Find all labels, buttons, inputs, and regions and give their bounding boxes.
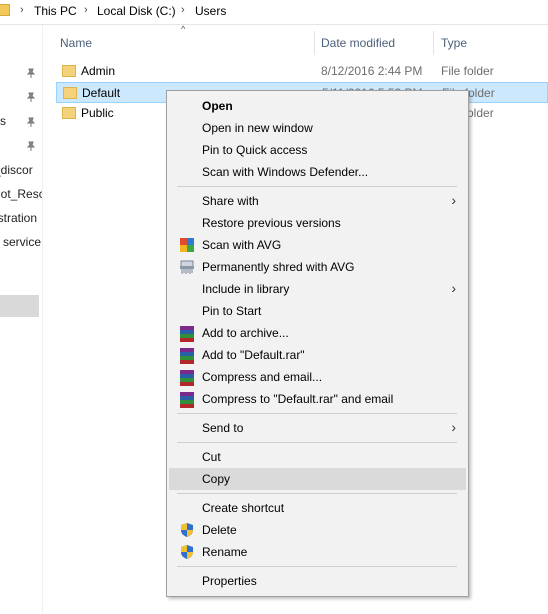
winrar-icon — [179, 347, 195, 364]
shield-icon — [181, 523, 193, 537]
menu-separator — [177, 186, 457, 187]
nav-item[interactable]: service — [0, 235, 42, 257]
breadcrumb-local-disk[interactable]: Local Disk (C:) — [97, 4, 176, 18]
avg-icon — [180, 238, 194, 252]
menu-item-open[interactable]: Open — [169, 95, 466, 117]
file-type: File folder — [441, 64, 494, 78]
menu-item-open-new-window[interactable]: Open in new window — [169, 117, 466, 139]
menu-item-pin-quick-access[interactable]: Pin to Quick access — [169, 139, 466, 161]
pin-icon — [26, 68, 36, 78]
menu-separator — [177, 442, 457, 443]
nav-item-selected[interactable] — [0, 295, 39, 317]
winrar-icon — [179, 391, 195, 408]
breadcrumb-users[interactable]: Users — [195, 4, 226, 18]
menu-separator — [177, 413, 457, 414]
menu-item-restore-versions[interactable]: Restore previous versions — [169, 212, 466, 234]
shredder-icon — [180, 260, 194, 274]
column-type[interactable]: Type — [441, 36, 467, 50]
nav-item[interactable]: _discor — [0, 163, 42, 185]
menu-separator — [177, 566, 457, 567]
chevron-right-icon: › — [181, 4, 185, 16]
menu-item-send-to[interactable]: Send to › — [169, 417, 466, 439]
address-bar[interactable]: › This PC › Local Disk (C:) › Users — [0, 0, 548, 25]
column-name[interactable]: Name — [60, 36, 92, 50]
menu-item-copy[interactable]: Copy — [169, 468, 466, 490]
breadcrumb-this-pc[interactable]: This PC — [34, 4, 77, 18]
folder-icon — [62, 107, 76, 119]
file-name: Admin — [81, 64, 116, 78]
chevron-right-icon: › — [451, 280, 456, 296]
menu-item-delete[interactable]: Delete — [169, 519, 466, 541]
nav-item[interactable]: hot_Resc — [0, 187, 42, 209]
winrar-icon — [179, 325, 195, 342]
file-name: Default — [82, 86, 121, 100]
menu-item-pin-start[interactable]: Pin to Start — [169, 300, 466, 322]
menu-item-add-archive[interactable]: Add to archive... — [169, 322, 466, 344]
column-header: ^ Name Date modified Type — [44, 24, 548, 61]
chevron-right-icon: › — [451, 192, 456, 208]
folder-icon — [62, 65, 76, 77]
menu-item-rename[interactable]: Rename — [169, 541, 466, 563]
menu-separator — [177, 493, 457, 494]
menu-item-cut[interactable]: Cut — [169, 446, 466, 468]
menu-item-shred-avg[interactable]: Permanently shred with AVG — [169, 256, 466, 278]
nav-item[interactable]: istration — [0, 211, 42, 233]
menu-item-create-shortcut[interactable]: Create shortcut — [169, 497, 466, 519]
chevron-right-icon: › — [451, 419, 456, 435]
menu-item-scan-avg[interactable]: Scan with AVG — [169, 234, 466, 256]
folder-icon — [63, 87, 77, 99]
pin-icon — [26, 92, 36, 102]
file-row[interactable]: Admin 8/12/2016 2:44 PM File folder — [56, 61, 548, 82]
pin-icon — [26, 117, 36, 127]
menu-item-share-with[interactable]: Share with › — [169, 190, 466, 212]
menu-item-compress-rar-email[interactable]: Compress to "Default.rar" and email — [169, 388, 466, 410]
pin-icon — [26, 141, 36, 151]
navigation-pane[interactable]: s _discor hot_Resc istration service — [0, 25, 43, 614]
menu-item-include-library[interactable]: Include in library › — [169, 278, 466, 300]
menu-item-scan-defender[interactable]: Scan with Windows Defender... — [169, 161, 466, 183]
folder-icon — [0, 4, 10, 16]
chevron-right-icon: › — [84, 4, 88, 16]
context-menu: Open Open in new window Pin to Quick acc… — [166, 90, 469, 597]
sort-ascending-icon: ^ — [181, 24, 186, 34]
winrar-icon — [179, 369, 195, 386]
menu-item-properties[interactable]: Properties — [169, 570, 466, 592]
file-name: Public — [81, 106, 114, 120]
column-divider[interactable] — [433, 31, 434, 55]
column-date-modified[interactable]: Date modified — [321, 36, 395, 50]
menu-item-add-to-rar[interactable]: Add to "Default.rar" — [169, 344, 466, 366]
menu-item-compress-email[interactable]: Compress and email... — [169, 366, 466, 388]
shield-icon — [181, 545, 193, 559]
file-date: 8/12/2016 2:44 PM — [321, 64, 423, 78]
chevron-right-icon: › — [20, 4, 24, 16]
column-divider[interactable] — [314, 31, 315, 55]
